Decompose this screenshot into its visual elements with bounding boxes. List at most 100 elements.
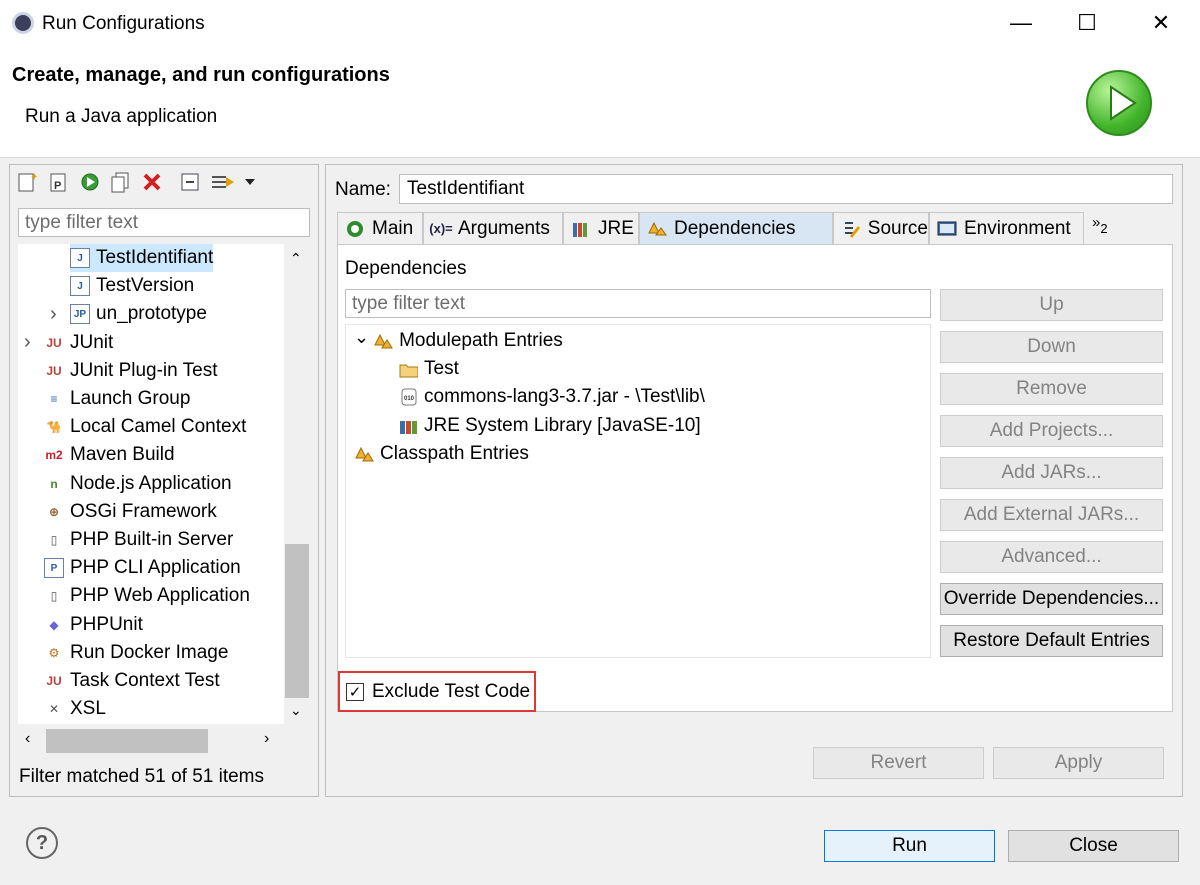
tree-item[interactable]: ≡ Launch Group [44,385,190,413]
config-type-icon: JU [46,335,62,350]
dependency-icon: 010 [398,387,418,407]
dependency-label: Classpath Entries [380,442,529,464]
tree-item[interactable]: m2 Maven Build [44,441,174,469]
new-configuration-icon[interactable]: ✦ [15,170,39,194]
dependency-icon [354,444,374,464]
tree-item[interactable]: ▯ PHP Web Application [44,582,250,610]
expand-icon[interactable]: › [24,331,31,354]
add-external-jars-button[interactable]: Add External JARs... [940,499,1163,531]
down-button[interactable]: Down [940,331,1163,363]
tree-item[interactable]: J TestVersion [70,272,194,300]
new-prototype-icon[interactable]: P [47,170,71,194]
name-input[interactable]: TestIdentifiant [399,174,1173,204]
delete-icon[interactable] [140,170,164,194]
revert-button[interactable]: Revert [813,747,984,779]
scroll-up-icon[interactable]: ⌃ [290,250,302,267]
checkbox-icon[interactable]: ✓ [346,682,364,701]
config-type-icon: J [70,248,90,268]
header-title: Create, manage, and run configurations [12,64,390,86]
close-button[interactable]: Close [1008,830,1179,862]
tree-item[interactable]: ✕ XSL [44,695,106,723]
config-type-icon: ≡ [50,392,58,406]
tree-item[interactable]: JU JUnit Plug-in Test [44,357,218,385]
config-type-icon: ◆ [49,617,59,632]
tree-item[interactable]: ◆ PHPUnit [44,611,142,639]
tab-arguments[interactable]: (x)= Arguments [423,212,563,244]
dependency-label: Modulepath Entries [399,330,563,351]
dependency-label: JRE System Library [JavaSE-10] [424,414,701,436]
tree-item[interactable]: 🐪 Local Camel Context [44,413,247,441]
tree-item[interactable]: ⊕ OSGi Framework [44,498,217,526]
dependency-item[interactable]: Classpath Entries [354,440,529,468]
help-icon[interactable]: ? [26,827,58,859]
tab-overflow-button[interactable]: »2 [1092,214,1108,236]
tree-item-label: Node.js Application [70,472,232,494]
dropdown-icon[interactable] [238,170,262,194]
tree-item[interactable]: ⚙ Run Docker Image [44,639,229,667]
source-tab-icon [840,219,862,239]
tree-item[interactable]: P PHP CLI Application [44,554,241,582]
jre-tab-icon [570,219,592,239]
config-type-icon: ✕ [48,702,60,717]
dependency-item[interactable]: 010 commons-lang3-3.7.jar - \Test\lib\ [398,383,705,411]
tree-item-label: PHP Built-in Server [70,529,234,550]
minimize-button[interactable]: — [984,0,1058,46]
scroll-left-icon[interactable]: ‹ [25,730,30,748]
tree-item[interactable]: J TestIdentifiant [70,244,214,272]
tab-label: Main [372,217,414,239]
tab-jre[interactable]: JRE [563,212,639,244]
maximize-button[interactable]: ☐ [1050,0,1124,46]
dependency-item[interactable]: Test [398,355,459,383]
export-icon[interactable] [78,170,102,194]
add-projects-button[interactable]: Add Projects... [940,415,1163,447]
tree-item[interactable]: n Node.js Application [44,470,232,498]
config-type-icon: ▯ [50,589,58,604]
dependency-icon [398,359,418,379]
up-button[interactable]: Up [940,289,1163,321]
advanced-button[interactable]: Advanced... [940,541,1163,573]
exclude-test-code-checkbox[interactable]: ✓ Exclude Test Code [338,671,536,712]
apply-button[interactable]: Apply [993,747,1164,779]
tree-item[interactable]: ▯ PHP Built-in Server [44,526,234,554]
dependency-label: commons-lang3-3.7.jar - \Test\lib\ [424,386,705,408]
tab-overflow-count: 2 [1100,221,1108,236]
dependency-icon [373,331,393,351]
tree-item-label: PHP CLI Application [70,557,241,579]
expand-icon[interactable]: › [50,303,57,326]
config-type-icon: n [50,476,58,491]
restore-default-entries-button[interactable]: Restore Default Entries [940,625,1163,657]
expand-icon[interactable]: ⌄ [354,327,369,348]
tab-environment[interactable]: Environment [929,212,1084,244]
duplicate-icon[interactable] [108,170,132,194]
tree-scroll-thumb[interactable] [285,544,309,698]
scroll-right-icon[interactable]: › [264,730,269,748]
tree-item-label: JUnit [70,331,114,353]
close-window-button[interactable]: ✕ [1124,0,1198,46]
collapse-all-icon[interactable] [178,170,202,194]
tree-item[interactable]: JU Task Context Test [44,667,219,695]
tree-item[interactable]: › JU JUnit [24,329,114,357]
filter-icon[interactable] [210,170,234,194]
run-button[interactable]: Run [824,830,995,862]
tab-label: Dependencies [674,217,796,239]
remove-button[interactable]: Remove [940,373,1163,405]
tree-hscroll-thumb[interactable] [46,729,208,753]
dependency-item[interactable]: ⌄ Modulepath Entries [354,327,563,355]
tree-item-label: JUnit Plug-in Test [70,359,218,381]
tree-item-label: Run Docker Image [70,641,229,663]
config-type-icon: JP [70,304,90,325]
config-filter-input[interactable]: type filter text [18,208,310,237]
dependency-item[interactable]: JRE System Library [JavaSE-10] [398,412,701,440]
scroll-down-icon[interactable]: ⌄ [290,702,302,719]
tab-dependencies[interactable]: Dependencies [639,212,833,244]
dependencies-filter-input[interactable]: type filter text [345,289,931,318]
add-jars-button[interactable]: Add JARs... [940,457,1163,489]
tree-item-label: PHP Web Application [70,585,250,607]
tab-main[interactable]: Main [337,212,423,244]
main-tab-icon [344,219,366,239]
tab-label: Source [867,217,928,239]
tree-item[interactable]: › JP un_prototype [50,300,207,328]
override-dependencies-button[interactable]: Override Dependencies... [940,583,1163,615]
svg-text:✦: ✦ [30,172,38,183]
tab-source[interactable]: Source [833,212,929,244]
